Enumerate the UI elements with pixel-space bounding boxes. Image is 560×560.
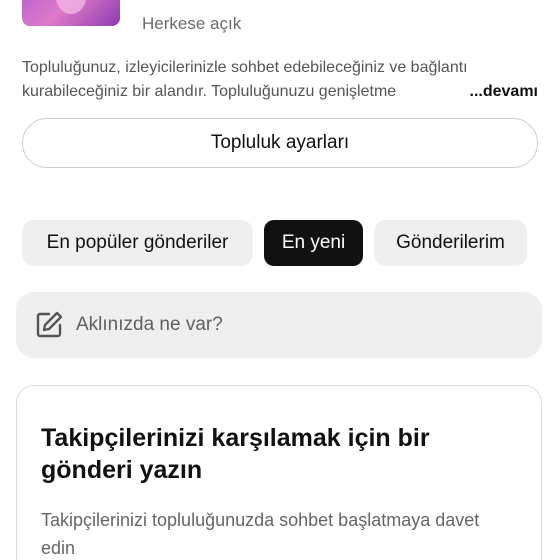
- privacy-label: Herkese açık: [142, 14, 242, 33]
- read-more-link[interactable]: ...devamı: [467, 80, 538, 104]
- tab-most-popular[interactable]: En popüler gönderiler: [22, 220, 253, 266]
- community-settings-button[interactable]: Topluluk ayarları: [22, 118, 538, 168]
- welcome-card-body: Takipçilerinizi topluluğunuzda sohbet ba…: [41, 510, 480, 558]
- avatar-image: [56, 0, 86, 14]
- community-avatar[interactable]: [22, 0, 120, 26]
- compose-post-field[interactable]: Aklınızda ne var?: [16, 292, 542, 358]
- welcome-card-title: Takipçilerinizi karşılamak için bir gönd…: [41, 424, 430, 484]
- tab-newest[interactable]: En yeni: [264, 220, 363, 266]
- compose-placeholder: Aklınızda ne var?: [76, 314, 223, 335]
- description-fade: [400, 80, 460, 104]
- community-description: Topluluğunuz, izleyicilerinizle sohbet e…: [22, 56, 538, 104]
- tab-my-posts[interactable]: Gönderilerim: [374, 220, 527, 266]
- description-line-2: kurabileceğiniz bir alandır. Topluluğunu…: [22, 83, 397, 100]
- edit-icon: [34, 310, 64, 340]
- description-line-2-wrap: kurabileceğiniz bir alandır. Topluluğunu…: [22, 80, 538, 104]
- welcome-post-card[interactable]: Takipçilerinizi karşılamak için bir gönd…: [16, 385, 542, 560]
- community-page: Herkese açık Topluluğunuz, izleyicilerin…: [0, 0, 560, 560]
- description-line-1: Topluluğunuz, izleyicilerinizle sohbet e…: [22, 59, 468, 76]
